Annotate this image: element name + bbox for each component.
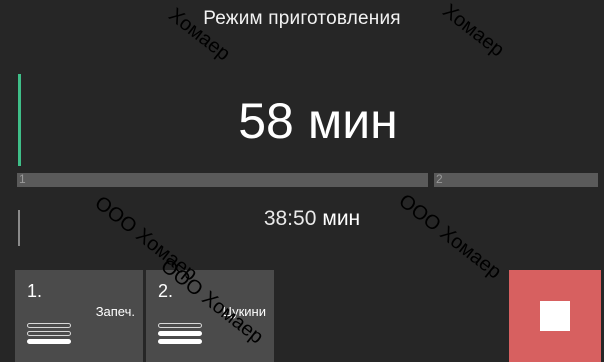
- step-level-indicator: [27, 323, 71, 347]
- sub-timer: 38:50 мин: [0, 204, 604, 234]
- level-bar: [158, 339, 202, 344]
- step-index: 2.: [158, 281, 174, 301]
- step-index: 1.: [27, 281, 43, 301]
- main-timer-value: 58: [238, 93, 294, 149]
- stop-icon: [540, 301, 570, 331]
- step-name: Цукини: [222, 304, 266, 319]
- progress-segment-label: 2: [436, 172, 443, 186]
- step-level-indicator: [158, 323, 202, 347]
- level-bar: [158, 331, 202, 336]
- stop-button[interactable]: [509, 270, 601, 362]
- sub-timer-unit: мин: [322, 207, 361, 230]
- main-timer-unit: мин: [307, 93, 398, 149]
- progress-segment-1: 1: [17, 172, 428, 187]
- level-bar: [27, 323, 71, 328]
- level-bar: [158, 323, 202, 328]
- level-bar: [27, 331, 71, 336]
- step-card-2[interactable]: 2. Цукини: [146, 270, 274, 362]
- main-timer: 58 мин: [0, 86, 604, 156]
- progress-segment-2: 2: [434, 172, 598, 187]
- level-bar: [27, 339, 71, 344]
- step-name: Запеч.: [95, 304, 135, 319]
- page-title: Режим приготовления: [203, 8, 401, 29]
- progress-segment-label: 1: [19, 172, 26, 186]
- sub-timer-value: 38:50: [263, 207, 317, 230]
- step-card-1[interactable]: 1. Запеч.: [15, 270, 143, 362]
